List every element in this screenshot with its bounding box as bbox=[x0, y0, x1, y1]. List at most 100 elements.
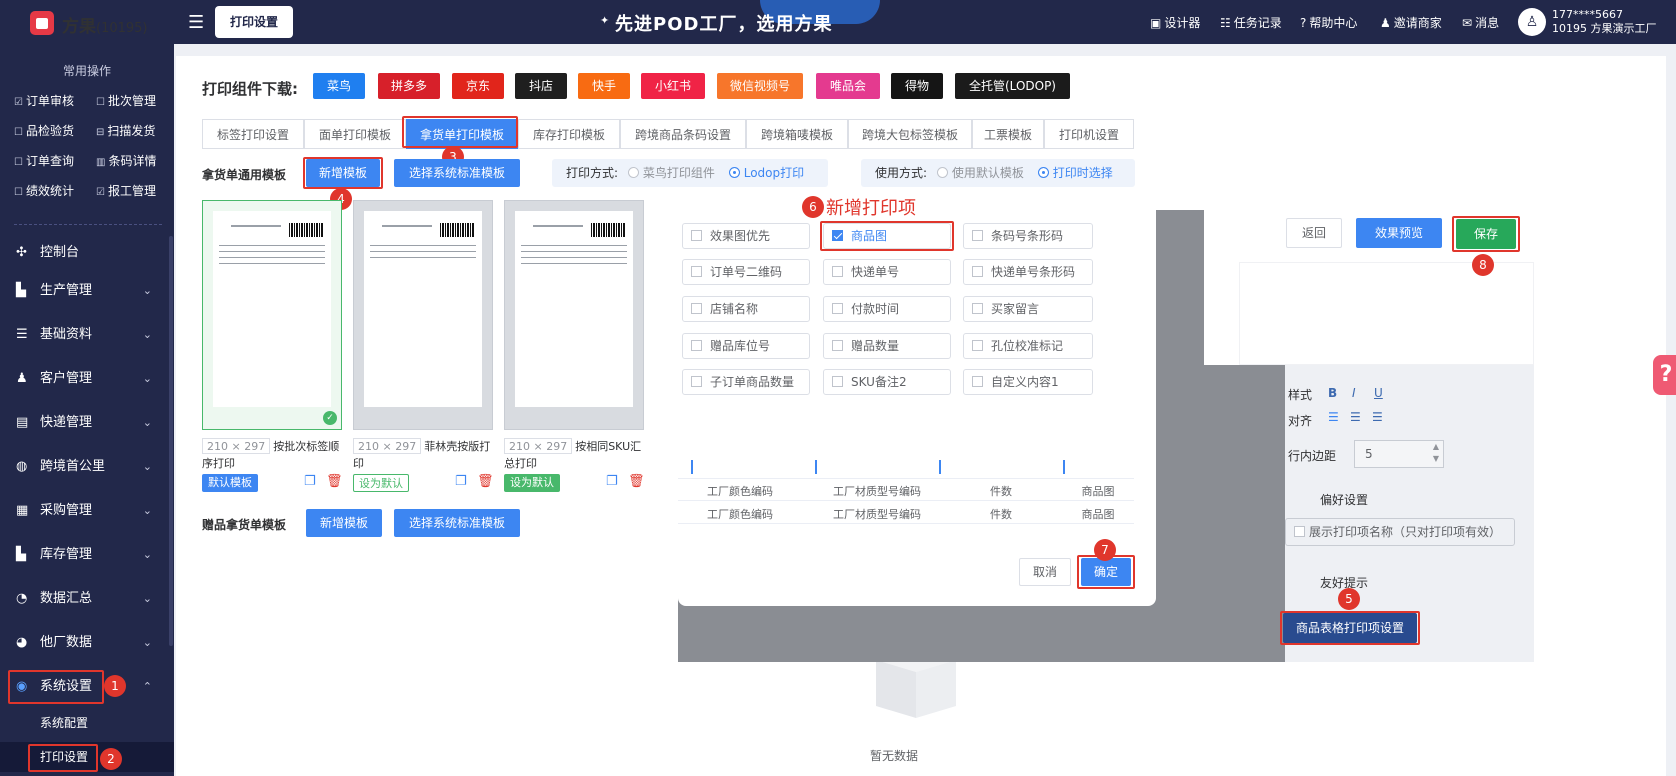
new-gift-template-button[interactable]: 新增模板 bbox=[306, 509, 382, 537]
underline-button[interactable]: U bbox=[1374, 386, 1383, 400]
sidebar-item-customers[interactable]: ♟ 客户管理 ⌄ bbox=[0, 360, 174, 398]
delete-icon[interactable]: 🗑 bbox=[326, 474, 343, 489]
use-mode-default[interactable]: 使用默认模板 bbox=[936, 166, 1024, 180]
column-marker[interactable] bbox=[939, 460, 941, 474]
quick-order-review[interactable]: ☑ 订单审核 bbox=[14, 92, 74, 109]
nav-task-records[interactable]: ☷ 任务记录 bbox=[1220, 14, 1282, 31]
copy-icon[interactable]: ❐ bbox=[455, 474, 467, 489]
tab-cross-big-label[interactable]: 跨境大包标签模板 bbox=[848, 119, 972, 149]
print-mode-lodop[interactable]: Lodop打印 bbox=[728, 166, 804, 180]
chip-dewu[interactable]: 得物 bbox=[891, 73, 943, 99]
copy-icon[interactable]: ❐ bbox=[304, 474, 316, 489]
stepper-arrows-icon[interactable]: ▲ ▼ bbox=[1433, 441, 1439, 465]
column-marker[interactable] bbox=[1063, 460, 1065, 474]
column-marker[interactable] bbox=[691, 460, 693, 474]
checkbox-express-barcode[interactable]: 快递单号条形码 bbox=[963, 259, 1093, 285]
template-card[interactable]: ✓ bbox=[202, 200, 342, 430]
tab-cross-barcode[interactable]: 跨境商品条码设置 bbox=[620, 119, 746, 149]
quick-order-query[interactable]: ☐ 订单查询 bbox=[14, 152, 74, 169]
checkbox-shop-name[interactable]: 店铺名称 bbox=[682, 296, 810, 322]
chip-pdd[interactable]: 拼多多 bbox=[378, 73, 440, 99]
current-tab[interactable]: 打印设置 bbox=[215, 6, 293, 38]
sidebar-item-production[interactable]: ▙ 生产管理 ⌄ bbox=[0, 272, 174, 310]
template-card[interactable] bbox=[353, 200, 493, 430]
sidebar-item-dashboard[interactable]: ✣ 控制台 bbox=[0, 234, 174, 272]
italic-button[interactable]: I bbox=[1352, 386, 1356, 400]
tab-work-ticket[interactable]: 工票模板 bbox=[972, 119, 1044, 149]
image-icon: ▣ bbox=[1150, 16, 1162, 30]
checkbox-hole-calibration[interactable]: 孔位校准标记 bbox=[963, 333, 1093, 359]
nav-designer[interactable]: ▣ 设计器 bbox=[1150, 14, 1200, 31]
nav-messages[interactable]: ✉ 消息 bbox=[1462, 14, 1499, 31]
checkbox-effect-first[interactable]: 效果图优先 bbox=[682, 223, 810, 249]
choose-standard-template-button[interactable]: 选择系统标准模板 bbox=[394, 159, 520, 187]
check-square-icon: ☑ bbox=[14, 97, 23, 108]
tab-label-print[interactable]: 标签打印设置 bbox=[202, 119, 304, 149]
checkbox-gift-quantity[interactable]: 赠品数量 bbox=[823, 333, 951, 359]
checkbox-order-qrcode[interactable]: 订单号二维码 bbox=[682, 259, 810, 285]
choose-gift-standard-button[interactable]: 选择系统标准模板 bbox=[394, 509, 520, 537]
preview-button[interactable]: 效果预览 bbox=[1356, 218, 1442, 248]
chip-wechat-video[interactable]: 微信视频号 bbox=[717, 73, 803, 99]
chip-lodop[interactable]: 全托管(LODOP) bbox=[955, 73, 1070, 99]
sidebar-item-other-factory[interactable]: ◕ 他厂数据 ⌄ bbox=[0, 624, 174, 662]
sidebar-item-inventory[interactable]: ▙ 库存管理 ⌄ bbox=[0, 536, 174, 574]
chip-xiaohongshu[interactable]: 小红书 bbox=[641, 73, 705, 99]
set-default-button[interactable]: 设为默认 bbox=[353, 474, 409, 492]
sidebar-item-data-summary[interactable]: ◔ 数据汇总 ⌄ bbox=[0, 580, 174, 618]
align-right-icon[interactable]: ☰ bbox=[1372, 410, 1383, 424]
checkbox-express-number[interactable]: 快递单号 bbox=[823, 259, 951, 285]
sidebar-item-express[interactable]: ▤ 快递管理 ⌄ bbox=[0, 404, 174, 442]
checkbox-icon bbox=[972, 266, 983, 277]
cancel-button[interactable]: 取消 bbox=[1019, 558, 1071, 586]
template-card[interactable] bbox=[504, 200, 644, 430]
sidebar-item-basic-data[interactable]: ☰ 基础资料 ⌄ bbox=[0, 316, 174, 354]
tab-waybill-template[interactable]: 面单打印模板 bbox=[304, 119, 406, 149]
help-float-icon[interactable]: ? bbox=[1653, 355, 1676, 395]
checkbox-buyer-message[interactable]: 买家留言 bbox=[963, 296, 1093, 322]
checkbox-custom-content1[interactable]: 自定义内容1 bbox=[963, 369, 1093, 395]
quick-batch[interactable]: ☐ 批次管理 bbox=[96, 92, 156, 109]
barcode-icon: ▥ bbox=[96, 157, 106, 168]
show-item-name-checkbox[interactable]: 展示打印项名称（只对打印项有效） bbox=[1285, 518, 1515, 546]
quick-barcode-detail[interactable]: ▥ 条码详情 bbox=[96, 152, 156, 169]
tab-stock-template[interactable]: 库存打印模板 bbox=[518, 119, 620, 149]
set-default-button[interactable]: 设为默认 bbox=[504, 474, 560, 492]
quick-inspection[interactable]: ☐ 品检验货 bbox=[14, 122, 74, 139]
avatar[interactable]: ♙ bbox=[1518, 8, 1546, 36]
column-marker[interactable] bbox=[815, 460, 817, 474]
chip-jd[interactable]: 京东 bbox=[452, 73, 504, 99]
quick-performance[interactable]: ☐ 绩效统计 bbox=[14, 182, 74, 199]
sidebar-item-purchasing[interactable]: ▦ 采购管理 ⌄ bbox=[0, 492, 174, 530]
nav-help-center[interactable]: ? 帮助中心 bbox=[1300, 14, 1357, 31]
align-center-icon[interactable]: ☰ bbox=[1350, 410, 1361, 424]
checkbox-barcode-number[interactable]: 条码号条形码 bbox=[963, 223, 1093, 249]
nav-invite[interactable]: ♟ 邀请商家 bbox=[1380, 14, 1442, 31]
bold-button[interactable]: B bbox=[1328, 386, 1337, 400]
use-mode-choose[interactable]: 打印时选择 bbox=[1037, 166, 1113, 180]
copy-icon[interactable]: ❐ bbox=[606, 474, 618, 489]
menu-toggle-icon[interactable]: ☰ bbox=[188, 12, 204, 33]
delete-icon[interactable]: 🗑 bbox=[628, 474, 645, 489]
chip-douyin[interactable]: 抖店 bbox=[515, 73, 567, 99]
checkbox-pay-time[interactable]: 付款时间 bbox=[823, 296, 951, 322]
padding-stepper[interactable]: 5 ▲ ▼ bbox=[1354, 440, 1444, 468]
print-mode-cainiao[interactable]: 菜鸟打印组件 bbox=[627, 166, 715, 180]
chip-vipshop[interactable]: 唯品会 bbox=[816, 73, 880, 99]
back-button[interactable]: 返回 bbox=[1286, 218, 1342, 248]
chip-cainiao[interactable]: 菜鸟 bbox=[313, 73, 365, 99]
delete-icon[interactable]: 🗑 bbox=[477, 474, 494, 489]
user-info[interactable]: 177****5667 10195 方果演示工厂 bbox=[1552, 8, 1657, 36]
align-left-icon[interactable]: ☰ bbox=[1328, 410, 1339, 424]
checkbox-gift-location[interactable]: 赠品库位号 bbox=[682, 333, 810, 359]
sidebar-sub-system-config[interactable]: 系统配置 bbox=[0, 708, 174, 738]
checkbox-sku-remark2[interactable]: SKU备注2 bbox=[823, 369, 951, 395]
tab-cross-box[interactable]: 跨境箱唛模板 bbox=[746, 119, 848, 149]
quick-work-report[interactable]: ☑ 报工管理 bbox=[96, 182, 156, 199]
quick-scan-ship[interactable]: ⊟ 扫描发货 bbox=[96, 122, 155, 139]
tab-printer-settings[interactable]: 打印机设置 bbox=[1044, 119, 1134, 149]
quick-section-title: 常用操作 bbox=[62, 64, 111, 78]
chip-kuaishou[interactable]: 快手 bbox=[578, 73, 630, 99]
checkbox-suborder-qty[interactable]: 子订单商品数量 bbox=[682, 369, 810, 395]
sidebar-item-cross-border[interactable]: ◍ 跨境首公里 ⌄ bbox=[0, 448, 174, 486]
